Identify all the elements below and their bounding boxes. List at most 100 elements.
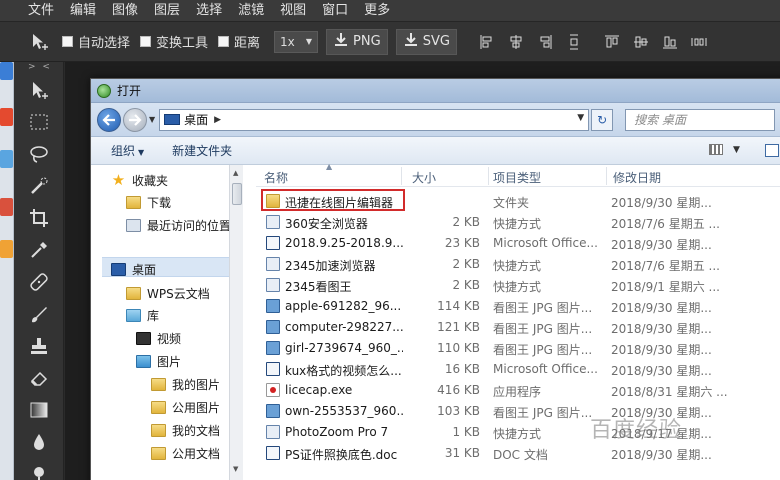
distance-checkbox[interactable]: 距离 bbox=[218, 32, 260, 51]
align-right-icon[interactable] bbox=[535, 32, 555, 52]
align-left-icon[interactable] bbox=[477, 32, 497, 52]
column-divider[interactable] bbox=[606, 167, 607, 185]
column-divider[interactable] bbox=[488, 167, 489, 185]
file-row[interactable]: PhotoZoom Pro 71 KB 快捷方式 2018/9/17 星期... bbox=[256, 422, 780, 443]
address-bar[interactable]: 桌面 ▶ ▼ bbox=[159, 108, 590, 131]
align-bottom-icon[interactable] bbox=[660, 32, 680, 52]
file-row[interactable]: kux格式的视频怎么... 16 KB Microsoft Office... 201… bbox=[256, 359, 780, 380]
export-png-button[interactable]: PNG bbox=[326, 28, 388, 55]
nav-item-desktop[interactable]: 桌面 bbox=[111, 261, 156, 278]
menu-more[interactable]: 更多 bbox=[364, 0, 390, 22]
auto-select-checkbox[interactable]: 自动选择 bbox=[62, 32, 130, 51]
nav-item-public-documents[interactable]: 公用文档 bbox=[151, 445, 220, 462]
eraser-tool-icon[interactable] bbox=[14, 362, 64, 394]
scroll-down-icon[interactable]: ▼ bbox=[233, 465, 238, 473]
menu-select[interactable]: 选择 bbox=[196, 0, 222, 22]
distribute-vertical-icon[interactable] bbox=[564, 32, 584, 52]
dialog-title-bar[interactable]: 打开 bbox=[91, 79, 780, 103]
nav-item-my-pictures[interactable]: 我的图片 bbox=[151, 376, 220, 393]
taskbar-app-icon[interactable] bbox=[0, 240, 13, 258]
nav-scrollbar[interactable]: ▲ ▼ bbox=[229, 165, 243, 480]
file-row[interactable]: PS证件照换底色.doc 31 KB DOC 文档 2018/9/30 星期... bbox=[256, 443, 780, 464]
menu-edit[interactable]: 编辑 bbox=[70, 0, 96, 22]
back-button[interactable] bbox=[97, 107, 121, 132]
quick-select-tool-icon[interactable] bbox=[14, 170, 64, 202]
recent-places-icon bbox=[126, 219, 141, 232]
column-header-name[interactable]: 名称 bbox=[264, 169, 288, 186]
nav-item-wps-cloud[interactable]: WPS云文档 bbox=[126, 285, 210, 302]
column-header-size[interactable]: 大小 bbox=[412, 169, 436, 186]
taskbar-app-icon[interactable] bbox=[0, 198, 13, 216]
zoom-select[interactable]: 1x ▼ bbox=[274, 30, 319, 53]
organize-button[interactable]: 组织 ▼ bbox=[111, 142, 144, 159]
nav-item-libraries[interactable]: 库 bbox=[126, 307, 159, 324]
menu-layer[interactable]: 图层 bbox=[154, 0, 180, 22]
taskbar-app-icon[interactable] bbox=[0, 108, 13, 126]
preview-pane-button[interactable] bbox=[765, 144, 779, 157]
nav-item-public-pictures[interactable]: 公用图片 bbox=[151, 399, 220, 416]
file-name: PS证件照换底色.doc bbox=[285, 448, 398, 462]
file-list: ▲ 名称 大小 项目类型 修改日期 迅捷在线图片编辑器 文件夹 2018/9/30 … bbox=[256, 162, 780, 480]
tools-collapse-toggle[interactable]: > < bbox=[14, 62, 63, 74]
column-divider[interactable] bbox=[401, 167, 402, 185]
taskbar-app-icon[interactable] bbox=[0, 62, 13, 80]
recent-pages-dropdown[interactable]: ▼ bbox=[149, 115, 155, 124]
file-row[interactable]: licecap.exe 416 KB 应用程序 2018/8/31 星期六 ... bbox=[256, 380, 780, 401]
new-folder-button[interactable]: 新建文件夹 bbox=[172, 142, 232, 159]
dodge-tool-icon[interactable] bbox=[14, 458, 64, 480]
forward-button[interactable] bbox=[123, 107, 147, 132]
file-row[interactable]: girl-2739674_960_... 110 KB 看图王 JPG 图片... 2… bbox=[256, 338, 780, 359]
file-row[interactable]: 360安全浏览器 2 KB 快捷方式 2018/7/6 星期五 ... bbox=[256, 212, 780, 233]
nav-label: 图片 bbox=[157, 355, 182, 369]
export-svg-button[interactable]: SVG bbox=[395, 28, 457, 55]
view-options-button[interactable]: ▼ bbox=[709, 144, 740, 155]
column-header-type[interactable]: 项目类型 bbox=[493, 169, 541, 186]
file-row[interactable]: apple-691282_96... 114 KB 看图王 JPG 图片... 201… bbox=[256, 296, 780, 317]
menu-window[interactable]: 窗口 bbox=[322, 0, 348, 22]
nav-item-recent[interactable]: 最近访问的位置 bbox=[126, 217, 231, 234]
nav-item-my-documents[interactable]: 我的文档 bbox=[151, 422, 220, 439]
menu-image[interactable]: 图像 bbox=[112, 0, 138, 22]
column-header-date[interactable]: 修改日期 bbox=[613, 169, 661, 186]
nav-label: 视频 bbox=[157, 332, 182, 346]
nav-item-favorites[interactable]: ★ 收藏夹 bbox=[111, 172, 168, 189]
refresh-button[interactable]: ↻ bbox=[591, 108, 614, 131]
file-name: computer-298227... bbox=[285, 320, 403, 334]
tools-panel: > < bbox=[14, 62, 64, 480]
blur-tool-icon[interactable] bbox=[14, 426, 64, 458]
taskbar-app-icon[interactable] bbox=[0, 150, 13, 168]
nav-item-downloads[interactable]: 下载 bbox=[126, 194, 171, 211]
video-icon bbox=[136, 332, 151, 345]
breadcrumb-separator-icon[interactable]: ▶ bbox=[214, 115, 221, 125]
scroll-up-icon[interactable]: ▲ bbox=[233, 169, 238, 177]
lasso-tool-icon[interactable] bbox=[14, 138, 64, 170]
scroll-thumb[interactable] bbox=[232, 183, 242, 205]
menu-filter[interactable]: 滤镜 bbox=[238, 0, 264, 22]
nav-item-pictures[interactable]: 图片 bbox=[136, 353, 181, 370]
healing-tool-icon[interactable] bbox=[14, 266, 64, 298]
stamp-tool-icon[interactable] bbox=[14, 330, 64, 362]
file-row[interactable]: 2018.9.25-2018.9.... 23 KB Microsoft Offic… bbox=[256, 233, 780, 254]
menu-view[interactable]: 视图 bbox=[280, 0, 306, 22]
crop-tool-icon[interactable] bbox=[14, 202, 64, 234]
brush-tool-icon[interactable] bbox=[14, 298, 64, 330]
navigation-pane: ★ 收藏夹 下载 最近访问的位置 桌面 WPS云文档 库 视频 图片 我的图片 公… bbox=[96, 165, 234, 480]
gradient-tool-icon[interactable] bbox=[14, 394, 64, 426]
align-top-icon[interactable] bbox=[602, 32, 622, 52]
move-tool-icon[interactable] bbox=[14, 74, 64, 106]
nav-item-videos[interactable]: 视频 bbox=[136, 330, 181, 347]
move-tool-icon[interactable] bbox=[28, 30, 52, 54]
file-row[interactable]: own-2553537_960... 103 KB 看图王 JPG 图片... 201… bbox=[256, 401, 780, 422]
file-row[interactable]: computer-298227... 121 KB 看图王 JPG 图片... 201… bbox=[256, 317, 780, 338]
search-input[interactable]: 搜索 桌面 bbox=[625, 108, 776, 131]
align-middle-icon[interactable] bbox=[631, 32, 651, 52]
address-dropdown-icon[interactable]: ▼ bbox=[577, 113, 584, 123]
file-row[interactable]: 2345加速浏览器 2 KB 快捷方式 2018/7/6 星期五 ... bbox=[256, 254, 780, 275]
align-center-icon[interactable] bbox=[506, 32, 526, 52]
file-row[interactable]: 2345看图王 2 KB 快捷方式 2018/9/1 星期六 ... bbox=[256, 275, 780, 296]
eyedropper-tool-icon[interactable] bbox=[14, 234, 64, 266]
menu-file[interactable]: 文件 bbox=[28, 0, 54, 22]
marquee-tool-icon[interactable] bbox=[14, 106, 64, 138]
distribute-horizontal-icon[interactable] bbox=[689, 32, 709, 52]
transform-tools-checkbox[interactable]: 变换工具 bbox=[140, 32, 208, 51]
